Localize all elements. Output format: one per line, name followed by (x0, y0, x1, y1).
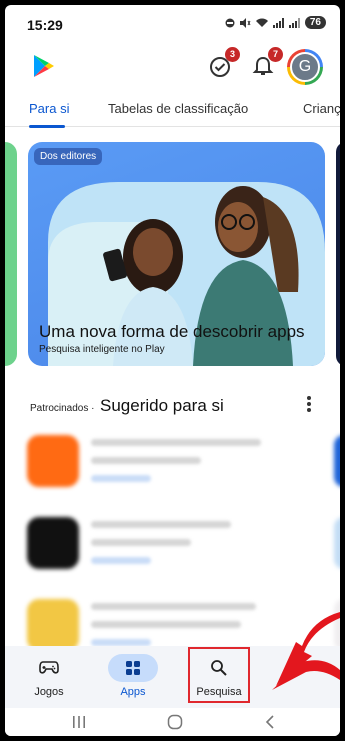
signal-icon-2 (288, 17, 300, 28)
nav-jogos[interactable]: Jogos (14, 646, 84, 708)
status-icons: 76 (225, 16, 326, 29)
app-icon (27, 435, 79, 487)
nav-apps-label: Apps (120, 686, 146, 698)
tab-tabelas-de-classificacao[interactable]: Tabelas de classificação (108, 101, 248, 116)
status-bar: 15:29 76 (5, 5, 340, 43)
next-carousel-card[interactable] (336, 142, 340, 366)
pesquisa-highlight-box (188, 647, 250, 703)
editors-choice-banner[interactable]: Dos editores Uma nova forma de descobrir… (28, 142, 325, 366)
blurred-app-rating (91, 557, 151, 564)
blurred-app-category (91, 457, 201, 464)
blurred-app-category (91, 621, 241, 628)
status-time: 15:29 (27, 17, 63, 33)
hero-subtitle: Pesquisa inteligente no Play (39, 344, 165, 355)
blurred-app-rating (91, 639, 151, 646)
gamepad-icon (39, 661, 59, 674)
app-icon-peek (334, 435, 340, 487)
nav-pill-active (108, 654, 158, 682)
notifications-button[interactable]: 7 (250, 47, 283, 79)
app-icon-peek (334, 517, 340, 569)
mute-icon (239, 17, 251, 28)
blurred-app-name (91, 439, 261, 446)
notifications-badge: 7 (268, 47, 283, 62)
tab-criancas[interactable]: Crianças (303, 101, 340, 116)
more-options-icon[interactable] (305, 394, 313, 414)
nav-jogos-label: Jogos (34, 686, 64, 698)
app-icon (27, 599, 79, 651)
blurred-app-category (91, 539, 191, 546)
account-avatar-button[interactable]: G (287, 49, 323, 85)
dnd-icon (225, 18, 235, 27)
red-pointer-arrow-icon (272, 612, 340, 690)
blurred-app-name (91, 603, 256, 610)
hero-chip: Dos editores (34, 148, 103, 165)
top-tabs: Para si Tabelas de classificação Criança… (5, 93, 340, 128)
hero-title: Uma nova forma de descobrir apps (39, 322, 305, 341)
google-play-logo[interactable] (31, 53, 57, 79)
home-icon[interactable] (166, 713, 184, 731)
back-icon[interactable] (261, 713, 279, 731)
apps-grid-icon (126, 661, 140, 675)
blurred-app-name (91, 521, 231, 528)
pending-updates-button[interactable]: 3 (207, 47, 240, 79)
blurred-app-rating (91, 475, 151, 482)
active-tab-indicator (29, 125, 65, 128)
system-navigation-bar (5, 708, 340, 736)
battery-indicator: 76 (304, 16, 326, 29)
sponsored-label: Patrocinados · (30, 403, 95, 414)
tab-para-si[interactable]: Para si (29, 101, 69, 116)
recent-apps-icon[interactable] (70, 713, 88, 731)
avatar: G (290, 52, 320, 82)
nav-pill (24, 654, 74, 682)
section-title: Sugerido para si (100, 396, 224, 415)
previous-carousel-card[interactable] (5, 142, 17, 366)
signal-icon-1 (272, 17, 284, 28)
wifi-icon (255, 18, 268, 27)
app-icon (27, 517, 79, 569)
nav-apps[interactable]: Apps (98, 646, 168, 708)
updates-badge: 3 (225, 47, 240, 62)
